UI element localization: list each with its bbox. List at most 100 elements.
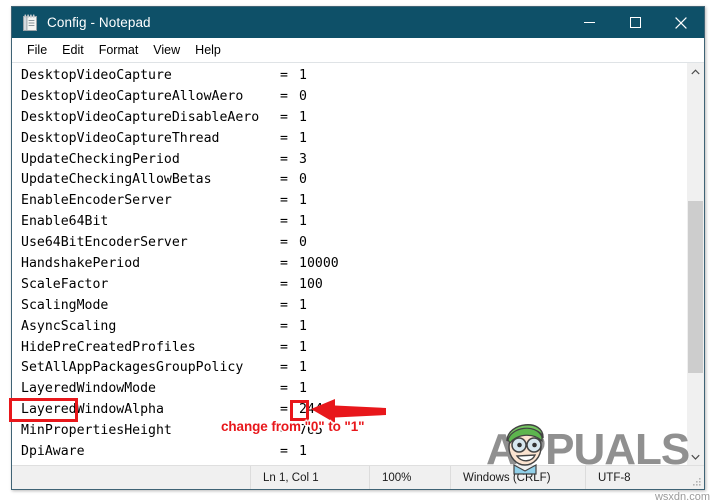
config-key: ScaleFactor <box>21 276 109 292</box>
config-value: 1 <box>299 193 307 209</box>
config-equals: = <box>280 381 288 397</box>
config-line: UpdateCheckingAllowBetas = 0 <box>21 170 686 191</box>
config-value: 1 <box>299 68 307 83</box>
config-value: 1 <box>299 339 307 355</box>
config-key: DesktopVideoCapture <box>21 68 172 83</box>
config-equals: = <box>280 68 288 83</box>
config-equals: = <box>280 423 288 439</box>
config-key: DesktopVideoCaptureThread <box>21 130 220 146</box>
vertical-scrollbar[interactable] <box>686 63 704 465</box>
status-bar: Ln 1, Col 1 100% Windows (CRLF) UTF-8 <box>12 465 704 489</box>
menu-item-format[interactable]: Format <box>92 41 147 59</box>
menu-item-view[interactable]: View <box>146 41 188 59</box>
resize-grip[interactable] <box>686 466 704 489</box>
menu-item-edit[interactable]: Edit <box>55 41 92 59</box>
config-value: 1 <box>299 444 307 460</box>
config-key: LayeredWindowAlpha <box>21 402 164 418</box>
config-value: 1 <box>299 214 307 230</box>
config-key: EnableEncoderServer <box>21 193 172 209</box>
window-title: Config - Notepad <box>47 15 151 30</box>
title-bar: Config - Notepad <box>12 7 704 38</box>
config-key: HidePreCreatedProfiles <box>21 339 196 355</box>
resize-grip-icon <box>693 478 701 486</box>
menu-bar: File Edit Format View Help <box>12 38 704 62</box>
scroll-down-button[interactable] <box>687 448 704 465</box>
config-key: SetAllAppPackagesGroupPolicy <box>21 360 244 376</box>
config-key: DesktopVideoCaptureDisableAero <box>21 109 260 125</box>
scrollbar-thumb[interactable] <box>688 201 703 373</box>
close-button[interactable] <box>658 7 704 38</box>
config-line: DesktopVideoCaptureDisableAero = 1 <box>21 108 686 129</box>
minimize-icon <box>583 22 595 23</box>
config-line: Use64BitEncoderServer = 0 <box>21 233 686 254</box>
notepad-icon <box>22 14 39 32</box>
chevron-down-icon <box>691 454 700 460</box>
status-zoom-level[interactable]: 100% <box>369 466 450 489</box>
menu-item-file[interactable]: File <box>20 41 55 59</box>
config-equals: = <box>280 151 288 167</box>
config-line: UpdateCheckingPeriod = 3 <box>21 150 686 171</box>
config-value: 1 <box>299 381 307 397</box>
config-key: UpdateCheckingPeriod <box>21 151 180 167</box>
text-editor[interactable]: DesktopVideoCapture = 1 DesktopVideoCapture… <box>12 63 686 465</box>
config-equals: = <box>280 109 288 125</box>
editor-region: DesktopVideoCapture = 1 DesktopVideoCapture… <box>12 62 704 465</box>
config-equals: = <box>280 235 288 251</box>
config-equals: = <box>280 402 288 418</box>
config-value: 100 <box>299 276 323 292</box>
config-value: 0 <box>299 88 307 104</box>
config-value: 1 <box>299 318 307 334</box>
config-key: HandshakePeriod <box>21 256 141 272</box>
config-line: Silent=0 <box>21 463 686 466</box>
config-key: MinPropertiesHeight <box>21 423 172 439</box>
config-line: DesktopVideoCapture = 1 <box>21 66 686 87</box>
config-line: DpiAware = 1 <box>21 442 686 463</box>
menu-item-help[interactable]: Help <box>188 41 229 59</box>
config-key: Enable64Bit <box>21 214 109 230</box>
config-line: EnableEncoderServer = 1 <box>21 191 686 212</box>
config-line: HandshakePeriod = 10000 <box>21 254 686 275</box>
config-line: LayeredWindowMode = 1 <box>21 379 686 400</box>
notepad-window: Config - Notepad File Edit Format View H… <box>11 6 705 490</box>
config-line: Enable64Bit = 1 <box>21 212 686 233</box>
minimize-button[interactable] <box>566 7 612 38</box>
window-controls <box>566 7 704 38</box>
config-line: DesktopVideoCaptureAllowAero = 0 <box>21 87 686 108</box>
config-value: 765 <box>299 423 323 439</box>
status-spacer <box>12 466 250 489</box>
config-value: 0 <box>299 235 307 251</box>
config-value: 1 <box>299 297 307 313</box>
close-icon <box>675 16 687 29</box>
config-key: Silent <box>21 463 280 466</box>
config-line: LayeredWindowAlpha = 244 <box>21 400 686 421</box>
config-key: ScalingMode <box>21 297 109 313</box>
config-line: DesktopVideoCaptureThread = 1 <box>21 129 686 150</box>
config-value: 10000 <box>299 256 339 272</box>
maximize-button[interactable] <box>612 7 658 38</box>
config-value: 0 <box>299 172 307 188</box>
config-key: UpdateCheckingAllowBetas <box>21 172 212 188</box>
config-equals: = <box>280 276 288 292</box>
scroll-up-button[interactable] <box>687 63 704 80</box>
config-equals: = <box>280 463 299 466</box>
config-line: MinPropertiesHeight = 765 <box>21 421 686 442</box>
status-encoding: UTF-8 <box>585 466 686 489</box>
config-equals: = <box>280 360 288 376</box>
config-line: HidePreCreatedProfiles = 1 <box>21 338 686 359</box>
config-equals: = <box>280 444 288 460</box>
config-equals: = <box>280 214 288 230</box>
config-key: LayeredWindowMode <box>21 381 156 397</box>
config-line: AsyncScaling = 1 <box>21 317 686 338</box>
config-equals: = <box>280 130 288 146</box>
config-key: DesktopVideoCaptureAllowAero <box>21 88 244 104</box>
config-equals: = <box>280 193 288 209</box>
config-equals: = <box>280 88 288 104</box>
config-key: DpiAware <box>21 444 85 460</box>
config-line: ScaleFactor = 100 <box>21 275 686 296</box>
site-watermark: wsxdn.com <box>654 491 710 503</box>
config-key: AsyncScaling <box>21 318 117 334</box>
config-equals: = <box>280 318 288 334</box>
config-equals: = <box>280 339 288 355</box>
config-value: 1 <box>299 109 307 125</box>
config-value: 1 <box>299 130 307 146</box>
